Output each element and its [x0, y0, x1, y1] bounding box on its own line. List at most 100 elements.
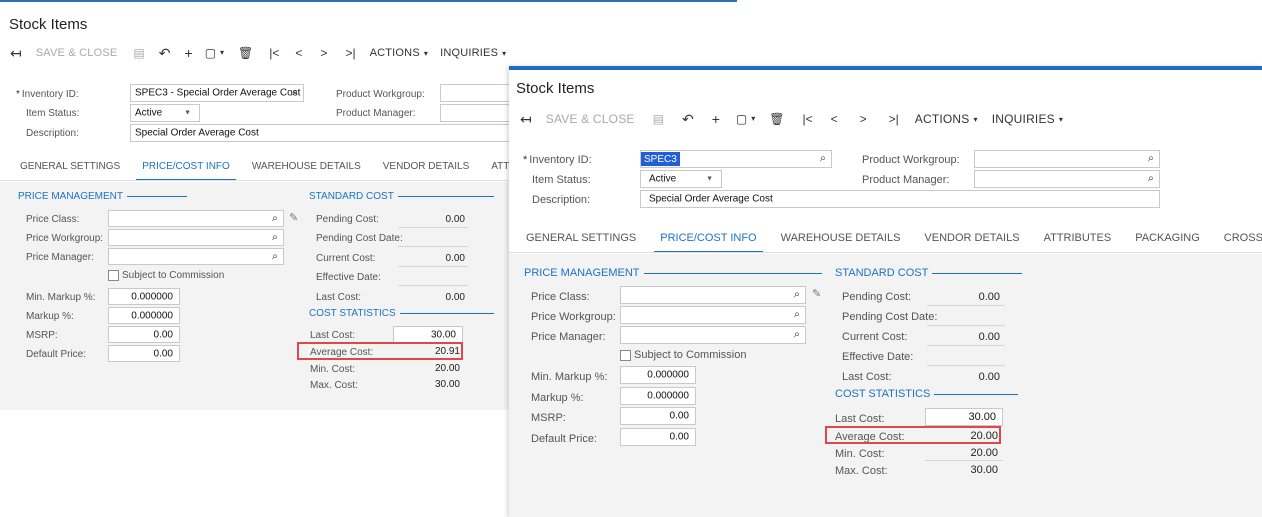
search-icon[interactable]: ⌕ — [272, 212, 278, 225]
tab-vendor-details[interactable]: VENDOR DETAILS — [383, 161, 470, 172]
add-icon[interactable]: + — [185, 46, 193, 60]
current-cost-label: Current Cost: — [842, 331, 908, 343]
price-management-header: PRICE MANAGEMENT — [524, 267, 822, 279]
previous-record-icon[interactable]: < — [295, 47, 302, 59]
product-manager-label: Product Manager: — [862, 174, 950, 186]
price-workgroup-field[interactable]: ⌕ — [108, 229, 284, 246]
product-workgroup-label: Product Workgroup: — [336, 89, 425, 100]
description-field[interactable]: Special Order Average Cost — [130, 124, 530, 142]
price-manager-field[interactable]: ⌕ — [620, 326, 806, 344]
tab-warehouse-details[interactable]: WAREHOUSE DETAILS — [252, 161, 361, 172]
undo-icon[interactable]: ↶ — [159, 46, 171, 60]
copy-paste-icon[interactable]: ▢ ▾ — [205, 47, 224, 59]
next-record-icon[interactable]: > — [320, 47, 327, 59]
tab-warehouse-details[interactable]: WAREHOUSE DETAILS — [781, 232, 901, 244]
actions-menu[interactable]: ACTIONS ▾ — [915, 112, 978, 126]
save-close-button[interactable]: SAVE & CLOSE — [546, 112, 635, 126]
tab-general-settings[interactable]: GENERAL SETTINGS — [20, 161, 120, 172]
subject-to-commission-checkbox[interactable]: Subject to Commission — [620, 349, 747, 361]
markup-field[interactable]: 0.000000 — [620, 387, 696, 405]
stat-last-cost-field[interactable]: 30.00 — [393, 326, 463, 343]
description-label: Description: — [26, 128, 79, 139]
price-manager-field[interactable]: ⌕ — [108, 248, 284, 265]
tab-packaging[interactable]: PACKAGING — [1135, 232, 1200, 244]
min-markup-label: Min. Markup %: — [531, 371, 608, 383]
last-record-icon[interactable]: >| — [345, 47, 355, 59]
price-workgroup-label: Price Workgroup: — [531, 311, 616, 323]
price-class-field[interactable]: ⌕ — [108, 210, 284, 227]
search-icon[interactable]: ⌕ — [794, 289, 800, 302]
tab-attributes[interactable]: ATTRIBUTES — [1044, 232, 1112, 244]
min-cost-value: 20.00 — [970, 447, 998, 459]
first-record-icon[interactable]: |< — [802, 113, 812, 125]
max-cost-value: 30.00 — [434, 379, 460, 390]
add-icon[interactable]: + — [712, 112, 720, 126]
first-record-icon[interactable]: |< — [269, 47, 279, 59]
default-price-field[interactable]: 0.00 — [620, 428, 696, 446]
stat-last-cost-field[interactable]: 30.00 — [925, 408, 1003, 426]
inventory-id-label: * Inventory ID: — [16, 89, 79, 100]
selected-text: SPEC3 — [641, 152, 680, 166]
inventory-id-label: * Inventory ID: — [523, 154, 592, 166]
effective-date-label: Effective Date: — [842, 351, 914, 363]
subject-to-commission-checkbox[interactable]: Subject to Commission — [108, 270, 224, 281]
search-icon[interactable]: ⌕ — [820, 153, 826, 166]
inventory-id-field[interactable]: SPEC3 - Special Order Average Cost ⌕ — [130, 84, 304, 102]
save-icon[interactable]: ▤ — [133, 47, 144, 59]
pencil-icon[interactable]: ✎ — [812, 287, 821, 300]
tab-price-cost-info[interactable]: PRICE/COST INFO — [136, 161, 236, 181]
tab-price-cost-info[interactable]: PRICE/COST INFO — [654, 232, 764, 253]
search-icon[interactable]: ⌕ — [794, 309, 800, 322]
checkbox-box[interactable] — [108, 270, 119, 281]
description-label: Description: — [532, 194, 591, 206]
search-icon[interactable]: ⌕ — [1148, 153, 1154, 166]
pending-cost-value: 0.00 — [445, 214, 465, 225]
back-arrow-icon[interactable]: ↤ — [520, 112, 532, 126]
pencil-icon[interactable]: ✎ — [289, 211, 298, 224]
tab-bar: GENERAL SETTINGS PRICE/COST INFO WAREHOU… — [526, 232, 1262, 253]
save-close-button[interactable]: SAVE & CLOSE — [36, 47, 118, 59]
msrp-field[interactable]: 0.00 — [620, 407, 696, 425]
search-icon[interactable]: ⌕ — [1148, 173, 1154, 186]
tab-general-settings[interactable]: GENERAL SETTINGS — [526, 232, 636, 244]
actions-menu[interactable]: ACTIONS ▾ — [370, 47, 429, 59]
copy-paste-icon[interactable]: ▢ ▾ — [736, 113, 755, 125]
pending-cost-date-label: Pending Cost Date: — [316, 233, 403, 244]
tab-vendor-details[interactable]: VENDOR DETAILS — [924, 232, 1019, 244]
product-workgroup-field[interactable]: ⌕ — [974, 150, 1160, 168]
min-markup-field[interactable]: 0.000000 — [620, 366, 696, 384]
min-markup-label: Min. Markup %: — [26, 292, 96, 303]
markup-label: Markup %: — [26, 311, 74, 322]
price-class-field[interactable]: ⌕ — [620, 286, 806, 304]
last-record-icon[interactable]: >| — [889, 113, 899, 125]
inquiries-menu[interactable]: INQUIRIES ▾ — [992, 112, 1063, 126]
current-cost-label: Current Cost: — [316, 253, 376, 264]
effective-date-label: Effective Date: — [316, 272, 381, 283]
inquiries-menu[interactable]: INQUIRIES ▾ — [440, 47, 506, 59]
product-manager-field[interactable]: ⌕ — [974, 170, 1160, 188]
inventory-id-field[interactable]: SPEC3 ⌕ — [640, 150, 832, 168]
price-workgroup-field[interactable]: ⌕ — [620, 306, 806, 324]
back-arrow-icon[interactable]: ↤ — [10, 46, 22, 60]
delete-icon[interactable]: 🗑 — [238, 47, 253, 59]
cost-statistics-header: COST STATISTICS — [309, 308, 494, 319]
save-icon[interactable]: ▤ — [653, 113, 664, 125]
markup-field[interactable]: 0.000000 — [108, 307, 180, 324]
description-field[interactable]: Special Order Average Cost — [640, 190, 1160, 208]
checkbox-box[interactable] — [620, 349, 631, 361]
tab-cross-reference[interactable]: CROSS-REFERENCE — [1224, 232, 1262, 244]
item-status-select[interactable]: Active ▼ — [130, 104, 200, 122]
item-status-select[interactable]: Active ▼ — [640, 170, 722, 188]
previous-record-icon[interactable]: < — [831, 113, 838, 125]
min-markup-field[interactable]: 0.000000 — [108, 288, 180, 305]
toolbar: ↤ SAVE & CLOSE ▤ ↶ + ▢ ▾ 🗑 |< < > >| ACTI… — [520, 112, 1063, 126]
next-record-icon[interactable]: > — [860, 113, 867, 125]
default-price-field[interactable]: 0.00 — [108, 345, 180, 362]
search-icon[interactable]: ⌕ — [794, 329, 800, 342]
search-icon[interactable]: ⌕ — [272, 250, 278, 263]
msrp-field[interactable]: 0.00 — [108, 326, 180, 343]
search-icon[interactable]: ⌕ — [272, 231, 278, 244]
delete-icon[interactable]: 🗑 — [769, 113, 784, 125]
search-icon[interactable]: ⌕ — [292, 87, 298, 100]
undo-icon[interactable]: ↶ — [682, 112, 694, 126]
